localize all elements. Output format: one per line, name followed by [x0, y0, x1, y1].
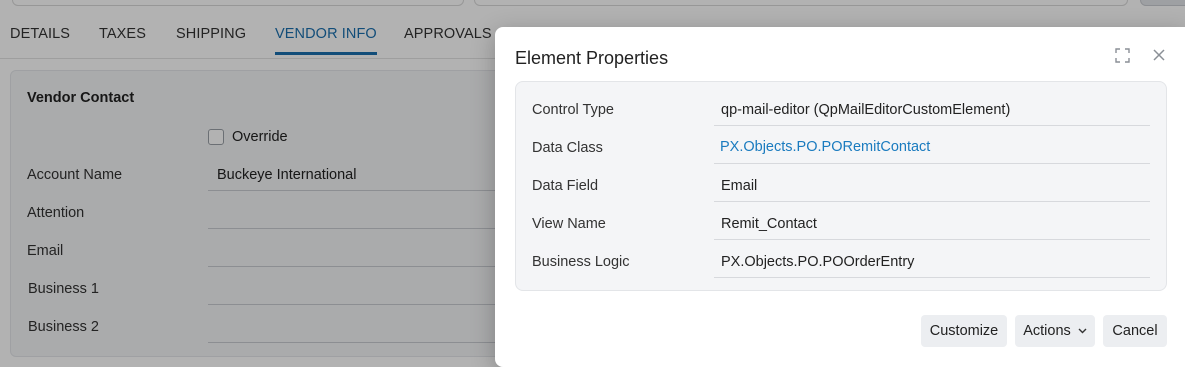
- cancel-button[interactable]: Cancel: [1103, 315, 1167, 347]
- close-icon[interactable]: [1151, 47, 1167, 63]
- actions-button-label: Actions: [1023, 323, 1071, 339]
- data-class-label: Data Class: [532, 140, 603, 156]
- property-divider: [714, 277, 1150, 278]
- customize-button-label: Customize: [929, 323, 999, 339]
- control-type-value: qp-mail-editor (QpMailEditorCustomElemen…: [721, 102, 1011, 118]
- data-field-label: Data Field: [532, 178, 599, 194]
- view-name-label: View Name: [532, 216, 606, 232]
- control-type-label: Control Type: [532, 102, 614, 118]
- dialog-title: Element Properties: [515, 48, 669, 68]
- data-field-value: Email: [721, 178, 758, 194]
- properties-panel: Control Type qp-mail-editor (QpMailEdito…: [515, 81, 1167, 291]
- property-divider: [714, 239, 1150, 240]
- chevron-down-icon: [1078, 328, 1087, 334]
- property-divider: [714, 163, 1150, 164]
- element-properties-dialog: Element Properties Control Type qp-mail-…: [495, 27, 1185, 367]
- view-name-value: Remit_Contact: [721, 216, 817, 232]
- business-logic-value: PX.Objects.PO.POOrderEntry: [721, 254, 915, 270]
- data-class-link[interactable]: PX.Objects.PO.PORemitContact: [720, 139, 930, 155]
- cancel-button-label: Cancel: [1112, 323, 1158, 339]
- business-logic-label: Business Logic: [532, 254, 630, 270]
- customize-button[interactable]: Customize: [921, 315, 1007, 347]
- expand-icon[interactable]: [1115, 48, 1130, 63]
- property-divider: [714, 201, 1150, 202]
- property-divider: [714, 125, 1150, 126]
- actions-button[interactable]: Actions: [1015, 315, 1095, 347]
